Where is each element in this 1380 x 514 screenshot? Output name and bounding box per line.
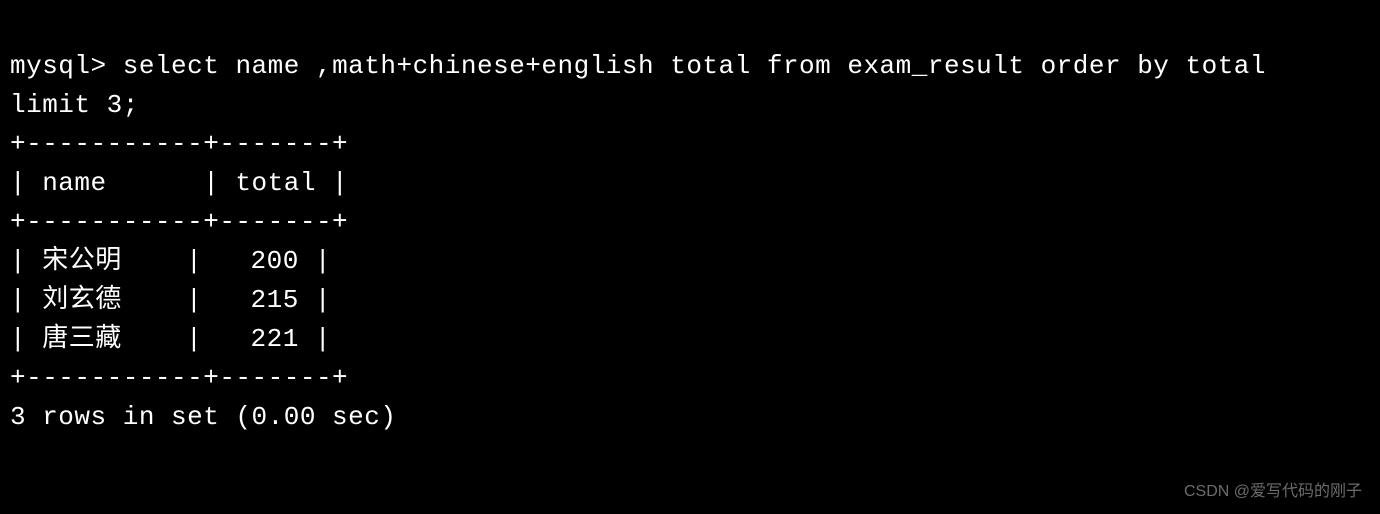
table-header-row: | name | total |	[10, 168, 348, 198]
table-row: | 唐三藏 | 221 |	[10, 324, 331, 354]
table-border-top: +-----------+-------+	[10, 129, 348, 159]
table-row: | 宋公明 | 200 |	[10, 246, 331, 276]
table-row: | 刘玄德 | 215 |	[10, 285, 331, 315]
sql-query: select name ,math+chinese+english total …	[10, 51, 1298, 120]
query-line: mysql> select name ,math+chinese+english…	[10, 51, 1298, 120]
watermark: CSDN @爱写代码的刚子	[1184, 480, 1362, 504]
mysql-prompt: mysql>	[10, 51, 107, 81]
table-border-mid: +-----------+-------+	[10, 207, 348, 237]
result-summary: 3 rows in set (0.00 sec)	[10, 402, 396, 432]
terminal-output[interactable]: mysql> select name ,math+chinese+english…	[10, 8, 1370, 437]
table-border-bottom: +-----------+-------+	[10, 363, 348, 393]
